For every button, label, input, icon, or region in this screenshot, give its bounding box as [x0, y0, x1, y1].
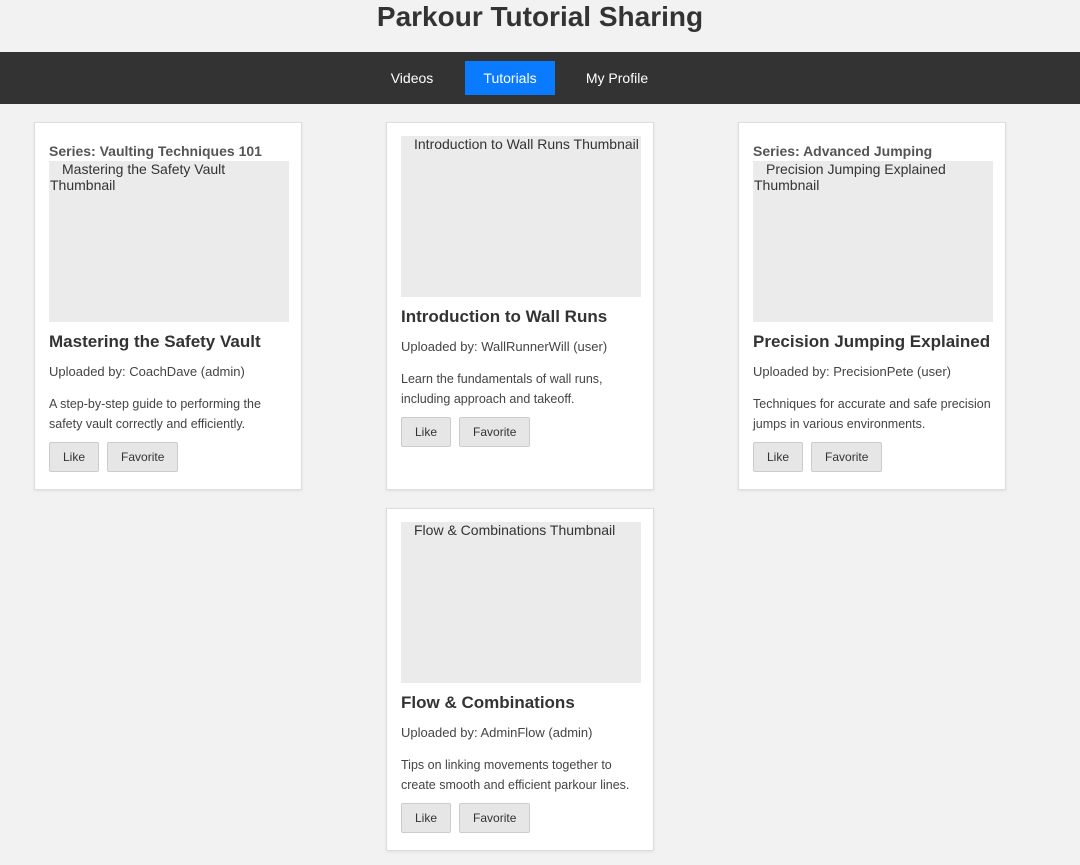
tutorial-title: Mastering the Safety Vault [49, 332, 261, 351]
thumbnail-alt-text: Mastering the Safety Vault Thumbnail [50, 161, 226, 193]
nav-item-my-profile[interactable]: My Profile [571, 61, 663, 95]
favorite-button[interactable]: Favorite [811, 442, 883, 472]
series-label: Series: Vaulting Techniques 101 [49, 143, 262, 159]
tutorial-title: Introduction to Wall Runs [401, 307, 608, 326]
nav-item-videos[interactable]: Videos [375, 61, 449, 95]
broken-image-icon [402, 138, 414, 150]
like-button[interactable]: Like [401, 803, 452, 833]
thumbnail-image: Precision Jumping Explained Thumbnail [753, 161, 993, 322]
thumbnail-image: Introduction to Wall Runs Thumbnail [401, 136, 641, 297]
uploader-info: Uploaded by: CoachDave (admin) [49, 364, 245, 379]
tutorial-card: Series: Vaulting Techniques 101 Masterin… [34, 122, 302, 490]
favorite-button[interactable]: Favorite [459, 803, 531, 833]
broken-image-icon [50, 163, 62, 175]
main-nav: Videos Tutorials My Profile [0, 52, 1080, 104]
tutorial-card: Introduction to Wall Runs Thumbnail Intr… [386, 122, 654, 490]
thumbnail-image: Mastering the Safety Vault Thumbnail [49, 161, 289, 322]
tutorial-description: Tips on linking movements together to cr… [401, 758, 630, 792]
favorite-button[interactable]: Favorite [459, 417, 531, 447]
like-button[interactable]: Like [401, 417, 452, 447]
thumbnail-alt-text: Precision Jumping Explained Thumbnail [754, 161, 946, 193]
thumbnail-alt-text: Introduction to Wall Runs Thumbnail [414, 136, 639, 152]
uploader-info: Uploaded by: PrecisionPete (user) [753, 364, 951, 379]
favorite-button[interactable]: Favorite [107, 442, 179, 472]
broken-image-icon [754, 163, 766, 175]
broken-image-icon [402, 524, 414, 536]
like-button[interactable]: Like [753, 442, 804, 472]
uploader-info: Uploaded by: WallRunnerWill (user) [401, 339, 608, 354]
tutorial-description: Learn the fundamentals of wall runs, inc… [401, 372, 603, 406]
thumbnail-alt-text: Flow & Combinations Thumbnail [414, 522, 616, 538]
page-title: Parkour Tutorial Sharing [0, 0, 1080, 52]
tutorial-title: Flow & Combinations [401, 693, 575, 712]
tutorial-card: Series: Advanced Jumping Precision Jumpi… [738, 122, 1006, 490]
tutorial-card: Flow & Combinations Thumbnail Flow & Com… [386, 508, 654, 851]
thumbnail-image: Flow & Combinations Thumbnail [401, 522, 641, 683]
like-button[interactable]: Like [49, 442, 100, 472]
tutorial-description: Techniques for accurate and safe precisi… [753, 397, 991, 431]
series-label: Series: Advanced Jumping [753, 143, 933, 159]
uploader-info: Uploaded by: AdminFlow (admin) [401, 725, 593, 740]
nav-item-tutorials[interactable]: Tutorials [465, 61, 555, 95]
tutorial-description: A step-by-step guide to performing the s… [49, 397, 261, 431]
tutorial-title: Precision Jumping Explained [753, 332, 991, 351]
